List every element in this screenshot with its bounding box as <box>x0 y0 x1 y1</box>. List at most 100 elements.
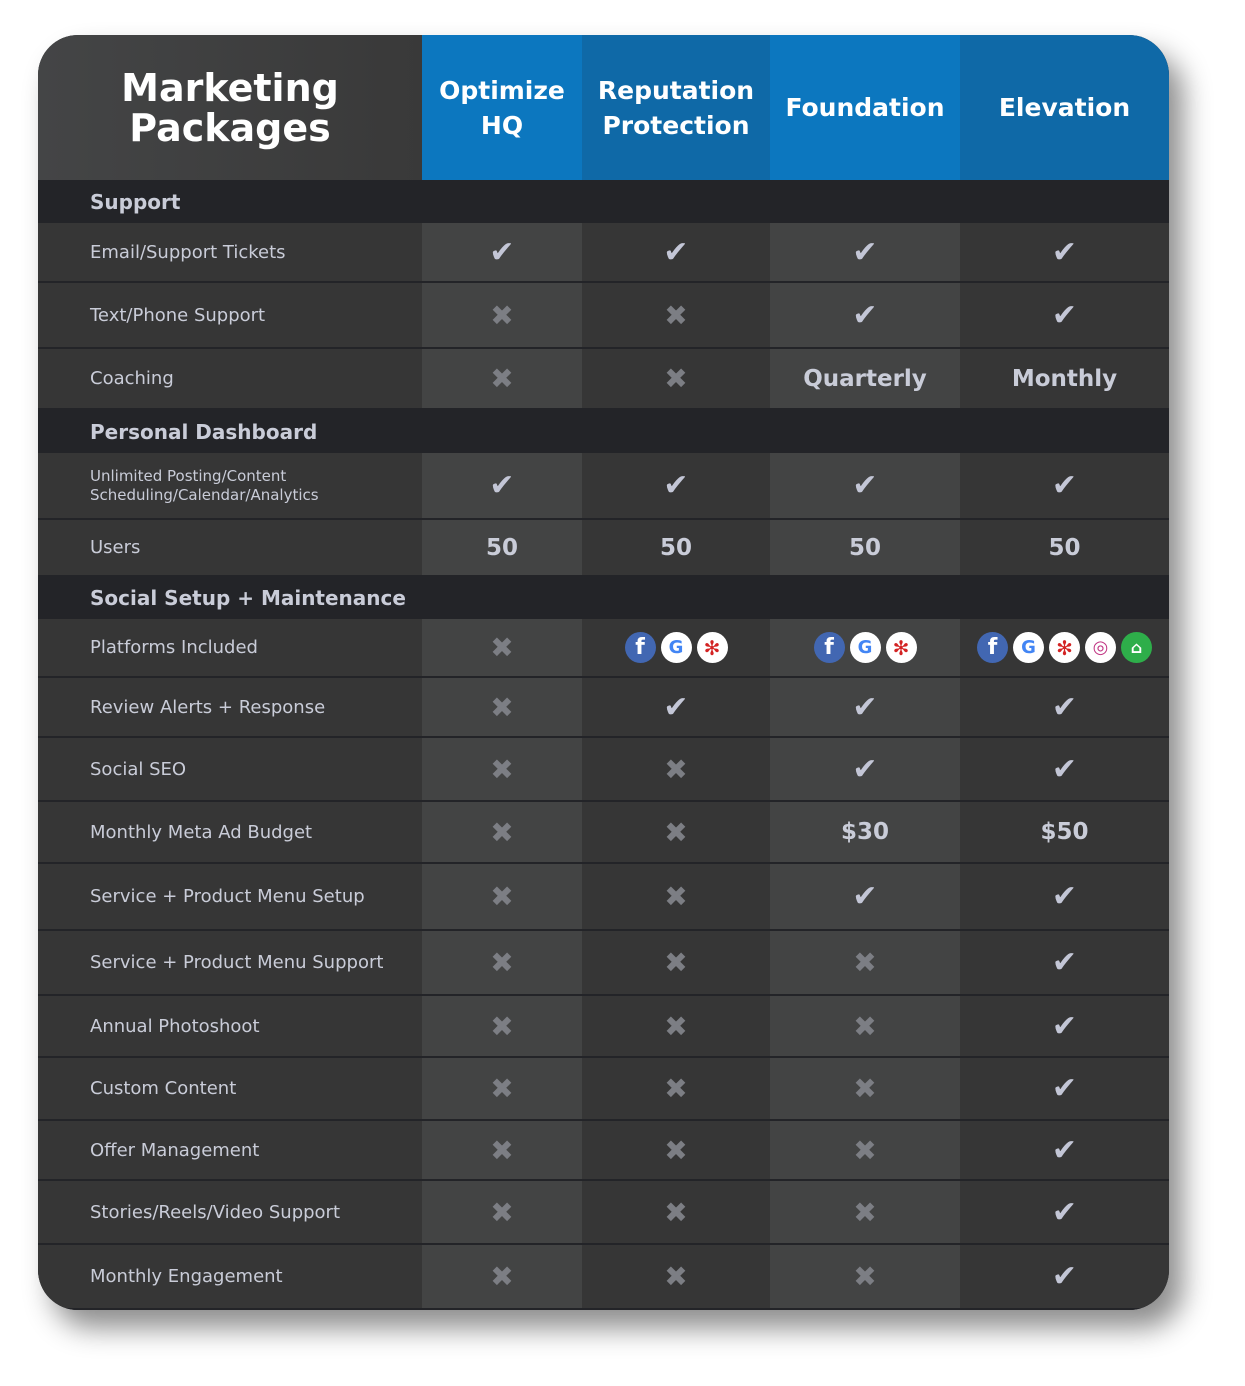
feature-cell: 50 <box>770 520 960 575</box>
feature-cell: ✖ <box>582 1245 770 1308</box>
cell-value: 50 <box>848 534 881 561</box>
x-icon: ✖ <box>490 1133 514 1167</box>
feature-cell: ✔ <box>582 453 770 518</box>
instagram-icon: ◎ <box>1085 632 1116 663</box>
feature-label: Monthly Engagement <box>38 1245 422 1308</box>
section-header: Support <box>38 180 1169 223</box>
x-icon: ✖ <box>853 1072 877 1105</box>
feature-label: Custom Content <box>38 1058 422 1119</box>
x-icon: ✖ <box>853 1260 877 1293</box>
feature-label: Unlimited Posting/Content Scheduling/Cal… <box>38 453 422 518</box>
feature-cell: ✖ <box>582 283 770 347</box>
feature-cell: ✖ <box>770 1058 960 1119</box>
feature-cell: ✔ <box>582 678 770 736</box>
feature-cell: $50 <box>960 802 1169 862</box>
section-header: Personal Dashboard <box>38 410 1169 453</box>
x-icon: ✖ <box>490 815 514 849</box>
x-icon: ✖ <box>853 1195 877 1229</box>
home-icon: ⌂ <box>1121 632 1152 663</box>
facebook-icon: f <box>977 632 1008 663</box>
x-icon: ✖ <box>490 362 514 395</box>
check-icon: ✔ <box>852 689 878 725</box>
check-icon: ✔ <box>1051 297 1078 333</box>
x-icon: ✖ <box>853 1133 877 1167</box>
feature-cell: ✔ <box>770 453 960 518</box>
feature-cell: ✖ <box>422 864 582 929</box>
feature-cell: 50 <box>582 520 770 575</box>
x-icon: ✖ <box>664 1072 688 1105</box>
feature-cell: ✔ <box>960 738 1169 800</box>
feature-cell: ✔ <box>960 1058 1169 1119</box>
check-icon: ✔ <box>852 879 878 914</box>
check-icon: ✔ <box>1051 1194 1078 1230</box>
check-icon: ✔ <box>1051 1008 1078 1044</box>
check-icon: ✔ <box>1051 751 1078 787</box>
table-title: Marketing Packages <box>38 35 422 180</box>
x-icon: ✖ <box>490 1195 514 1229</box>
x-icon: ✖ <box>490 752 514 786</box>
header-row: Marketing Packages Optimize HQ Reputation P… <box>38 35 1169 180</box>
feature-cell: ✖ <box>422 349 582 408</box>
x-icon: ✖ <box>664 752 688 786</box>
check-icon: ✔ <box>663 234 689 270</box>
check-icon: ✔ <box>1051 1132 1078 1168</box>
cell-value: 50 <box>659 534 692 561</box>
feature-label: Social SEO <box>38 738 422 800</box>
cell-value: $50 <box>1040 819 1089 845</box>
feature-cell: ✖ <box>582 931 770 994</box>
feature-cell: ✔ <box>770 678 960 736</box>
table-row: Annual Photoshoot ✖ ✖ ✖ ✔ <box>38 996 1169 1058</box>
feature-cell: ✖ <box>422 738 582 800</box>
feature-cell: Monthly <box>960 349 1169 408</box>
pricing-table: Marketing Packages Optimize HQ Reputation P… <box>38 35 1169 1310</box>
table-row: Service + Product Menu Setup ✖ ✖ ✔ ✔ <box>38 864 1169 931</box>
cell-value: Monthly <box>1011 365 1118 392</box>
feature-cell: ✖ <box>582 1181 770 1243</box>
cell-value: 50 <box>485 534 518 561</box>
feature-cell: ✔ <box>422 223 582 281</box>
feature-cell: ✖ <box>422 678 582 736</box>
table-row: Service + Product Menu Support ✖ ✖ ✖ ✔ <box>38 931 1169 996</box>
title-line: Packages <box>129 105 331 150</box>
table-row: Social SEO ✖ ✖ ✔ ✔ <box>38 738 1169 802</box>
feature-cell: Quarterly <box>770 349 960 408</box>
x-icon: ✖ <box>490 946 514 979</box>
cell-value: $30 <box>840 819 889 845</box>
feature-cell: ✖ <box>770 1121 960 1179</box>
feature-label: Text/Phone Support <box>38 283 422 347</box>
feature-cell: f G ✻ <box>770 619 960 676</box>
feature-cell: ✔ <box>770 283 960 347</box>
table-row: Coaching ✖ ✖ Quarterly Monthly <box>38 349 1169 410</box>
yelp-icon: ✻ <box>885 632 917 663</box>
feature-cell: ✔ <box>960 1181 1169 1243</box>
column-header-optimize-hq: Optimize HQ <box>422 35 582 180</box>
feature-label: Monthly Meta Ad Budget <box>38 802 422 862</box>
check-icon: ✔ <box>1051 468 1078 503</box>
check-icon: ✔ <box>1051 234 1078 270</box>
feature-cell: ✖ <box>582 1121 770 1179</box>
feature-cell: ✔ <box>770 223 960 281</box>
feature-cell: ✖ <box>422 1245 582 1308</box>
feature-cell: 50 <box>422 520 582 575</box>
x-icon: ✖ <box>664 1133 688 1167</box>
feature-cell: ✔ <box>960 931 1169 994</box>
column-header-foundation: Foundation <box>770 35 960 180</box>
x-icon: ✖ <box>490 1260 514 1293</box>
feature-cell: ✔ <box>960 678 1169 736</box>
table-row: Text/Phone Support ✖ ✖ ✔ ✔ <box>38 283 1169 349</box>
feature-cell: ✔ <box>770 738 960 800</box>
feature-label: Offer Management <box>38 1121 422 1179</box>
feature-label: Service + Product Menu Support <box>38 931 422 994</box>
google-icon: G <box>660 632 692 663</box>
x-icon: ✖ <box>490 880 514 913</box>
check-icon: ✔ <box>852 297 878 333</box>
x-icon: ✖ <box>664 298 688 332</box>
feature-cell: ✖ <box>770 1181 960 1243</box>
facebook-icon: f <box>624 632 656 663</box>
title-line: Marketing <box>121 65 339 110</box>
check-icon: ✔ <box>1051 1071 1078 1106</box>
google-icon: G <box>849 632 881 663</box>
column-header-elevation: Elevation <box>960 35 1169 180</box>
table-body: Support Email/Support Tickets ✔ ✔ ✔ ✔ Text/Pho… <box>38 180 1169 1310</box>
feature-cell: ✖ <box>422 283 582 347</box>
